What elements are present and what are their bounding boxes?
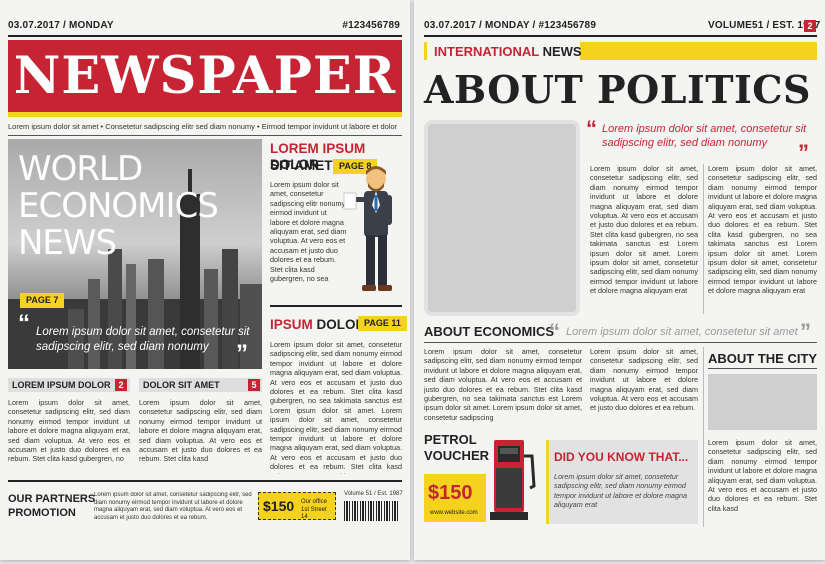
page-tag[interactable]: PAGE 7 xyxy=(20,293,65,308)
promo-text: Lorem ipsum dolor sit amet, consetetur s… xyxy=(94,492,252,521)
article-body: Lorem ipsum dolor sit amet, consetetur s… xyxy=(270,340,402,474)
column-body: Lorem ipsum dolor sit amet, consetetur s… xyxy=(8,398,130,464)
section-accent xyxy=(424,42,427,60)
subline: Lorem ipsum dolor sit amet • Consetetur … xyxy=(8,122,398,131)
voucher-price-box[interactable]: $150 www.website.com xyxy=(424,474,486,522)
column-title: LOREM IPSUM DOLOR xyxy=(12,380,111,390)
voucher-title: PETROL VOUCHER xyxy=(424,432,490,463)
divider xyxy=(8,35,402,37)
coupon-price: $150 xyxy=(263,498,295,514)
section-label: INTERNATIONAL NEWS xyxy=(434,44,582,59)
pull-quote: Lorem ipsum dolor sit amet, consetetur s… xyxy=(602,123,807,149)
feature-photo: WORLD ECONOMICS NEWS PAGE 7 “ Lorem ipsu… xyxy=(8,139,262,369)
divider xyxy=(270,305,402,307)
voucher-price: $150 xyxy=(428,482,473,504)
section-title: ABOUT ECONOMICS xyxy=(424,324,554,339)
page-number-badge: 2 xyxy=(115,379,127,391)
page-number-badge: 2 xyxy=(804,20,816,32)
masthead-underline xyxy=(8,112,402,117)
partners-title: OUR PARTNERS PROMOTION xyxy=(8,493,96,519)
quote-open-icon: “ xyxy=(18,310,30,337)
box-accent xyxy=(546,440,549,524)
date-line: 03.07.2017 / MONDAY / #123456789 xyxy=(424,20,597,31)
article-title: IPSUM DOLOR xyxy=(270,317,366,332)
coupon[interactable]: $150 Our office 1st Street 14 xyxy=(258,492,336,520)
businessman-illustration xyxy=(343,166,392,291)
did-you-know-body: Lorem ipsum dolor sit amet, consetetur s… xyxy=(554,472,688,510)
volume-label: Volume 51 / Est. 1987 xyxy=(344,491,403,497)
image-placeholder xyxy=(708,374,817,430)
divider xyxy=(424,342,817,343)
left-page: 03.07.2017 / MONDAY #123456789 NEWSPAPER… xyxy=(0,0,410,560)
article-column: Lorem ipsum dolor sit amet, consetetur s… xyxy=(708,164,817,296)
quote-close-icon: ” xyxy=(798,140,809,165)
article-column: Lorem ipsum dolor sit amet, consetetur s… xyxy=(708,438,817,513)
divider xyxy=(708,368,817,369)
article-body: Lorem ipsum dolor sit amet, consetetur s… xyxy=(270,180,347,284)
article-column: Lorem ipsum dolor sit amet, consetetur s… xyxy=(590,164,698,296)
divider xyxy=(8,480,402,482)
quote-close-icon: ” xyxy=(236,340,248,367)
issue-number: #123456789 xyxy=(342,20,400,31)
article-column: Lorem ipsum dolor sit amet, consetetur s… xyxy=(424,347,582,422)
date-line: 03.07.2017 / MONDAY xyxy=(8,20,114,31)
article-title-line2: SIT AMET xyxy=(270,158,333,173)
coupon-address: Our office 1st Street 14 xyxy=(301,499,327,520)
divider xyxy=(8,135,402,136)
feature-title: WORLD ECONOMICS NEWS xyxy=(18,149,219,263)
economics-quote: Lorem ipsum dolor sit amet, consetetur s… xyxy=(566,326,798,338)
fuel-pump-icon xyxy=(490,440,536,520)
voucher-website[interactable]: www.website.com xyxy=(430,510,478,516)
barcode xyxy=(344,501,400,521)
column-title: DOLOR SIT AMET xyxy=(143,380,220,390)
page-number-badge: 5 xyxy=(248,379,260,391)
headline: ABOUT POLITICS xyxy=(424,67,811,112)
page-tag[interactable]: PAGE 11 xyxy=(358,316,407,331)
did-you-know-title: DID YOU KNOW THAT... xyxy=(554,450,689,464)
feature-quote: Lorem ipsum dolor sit amet, consetetur s… xyxy=(36,326,250,353)
column-body: Lorem ipsum dolor sit amet, consetetur s… xyxy=(139,398,262,464)
quote-open-icon: “ xyxy=(586,116,597,141)
divider xyxy=(424,35,817,37)
section-title: ABOUT THE CITY xyxy=(708,351,818,366)
divider xyxy=(703,164,704,314)
masthead: NEWSPAPER xyxy=(8,40,402,112)
right-page: 03.07.2017 / MONDAY / #123456789 VOLUME5… xyxy=(414,0,825,560)
divider xyxy=(703,347,704,527)
article-column: Lorem ipsum dolor sit amet, consetetur s… xyxy=(590,347,698,413)
image-placeholder xyxy=(424,120,580,316)
